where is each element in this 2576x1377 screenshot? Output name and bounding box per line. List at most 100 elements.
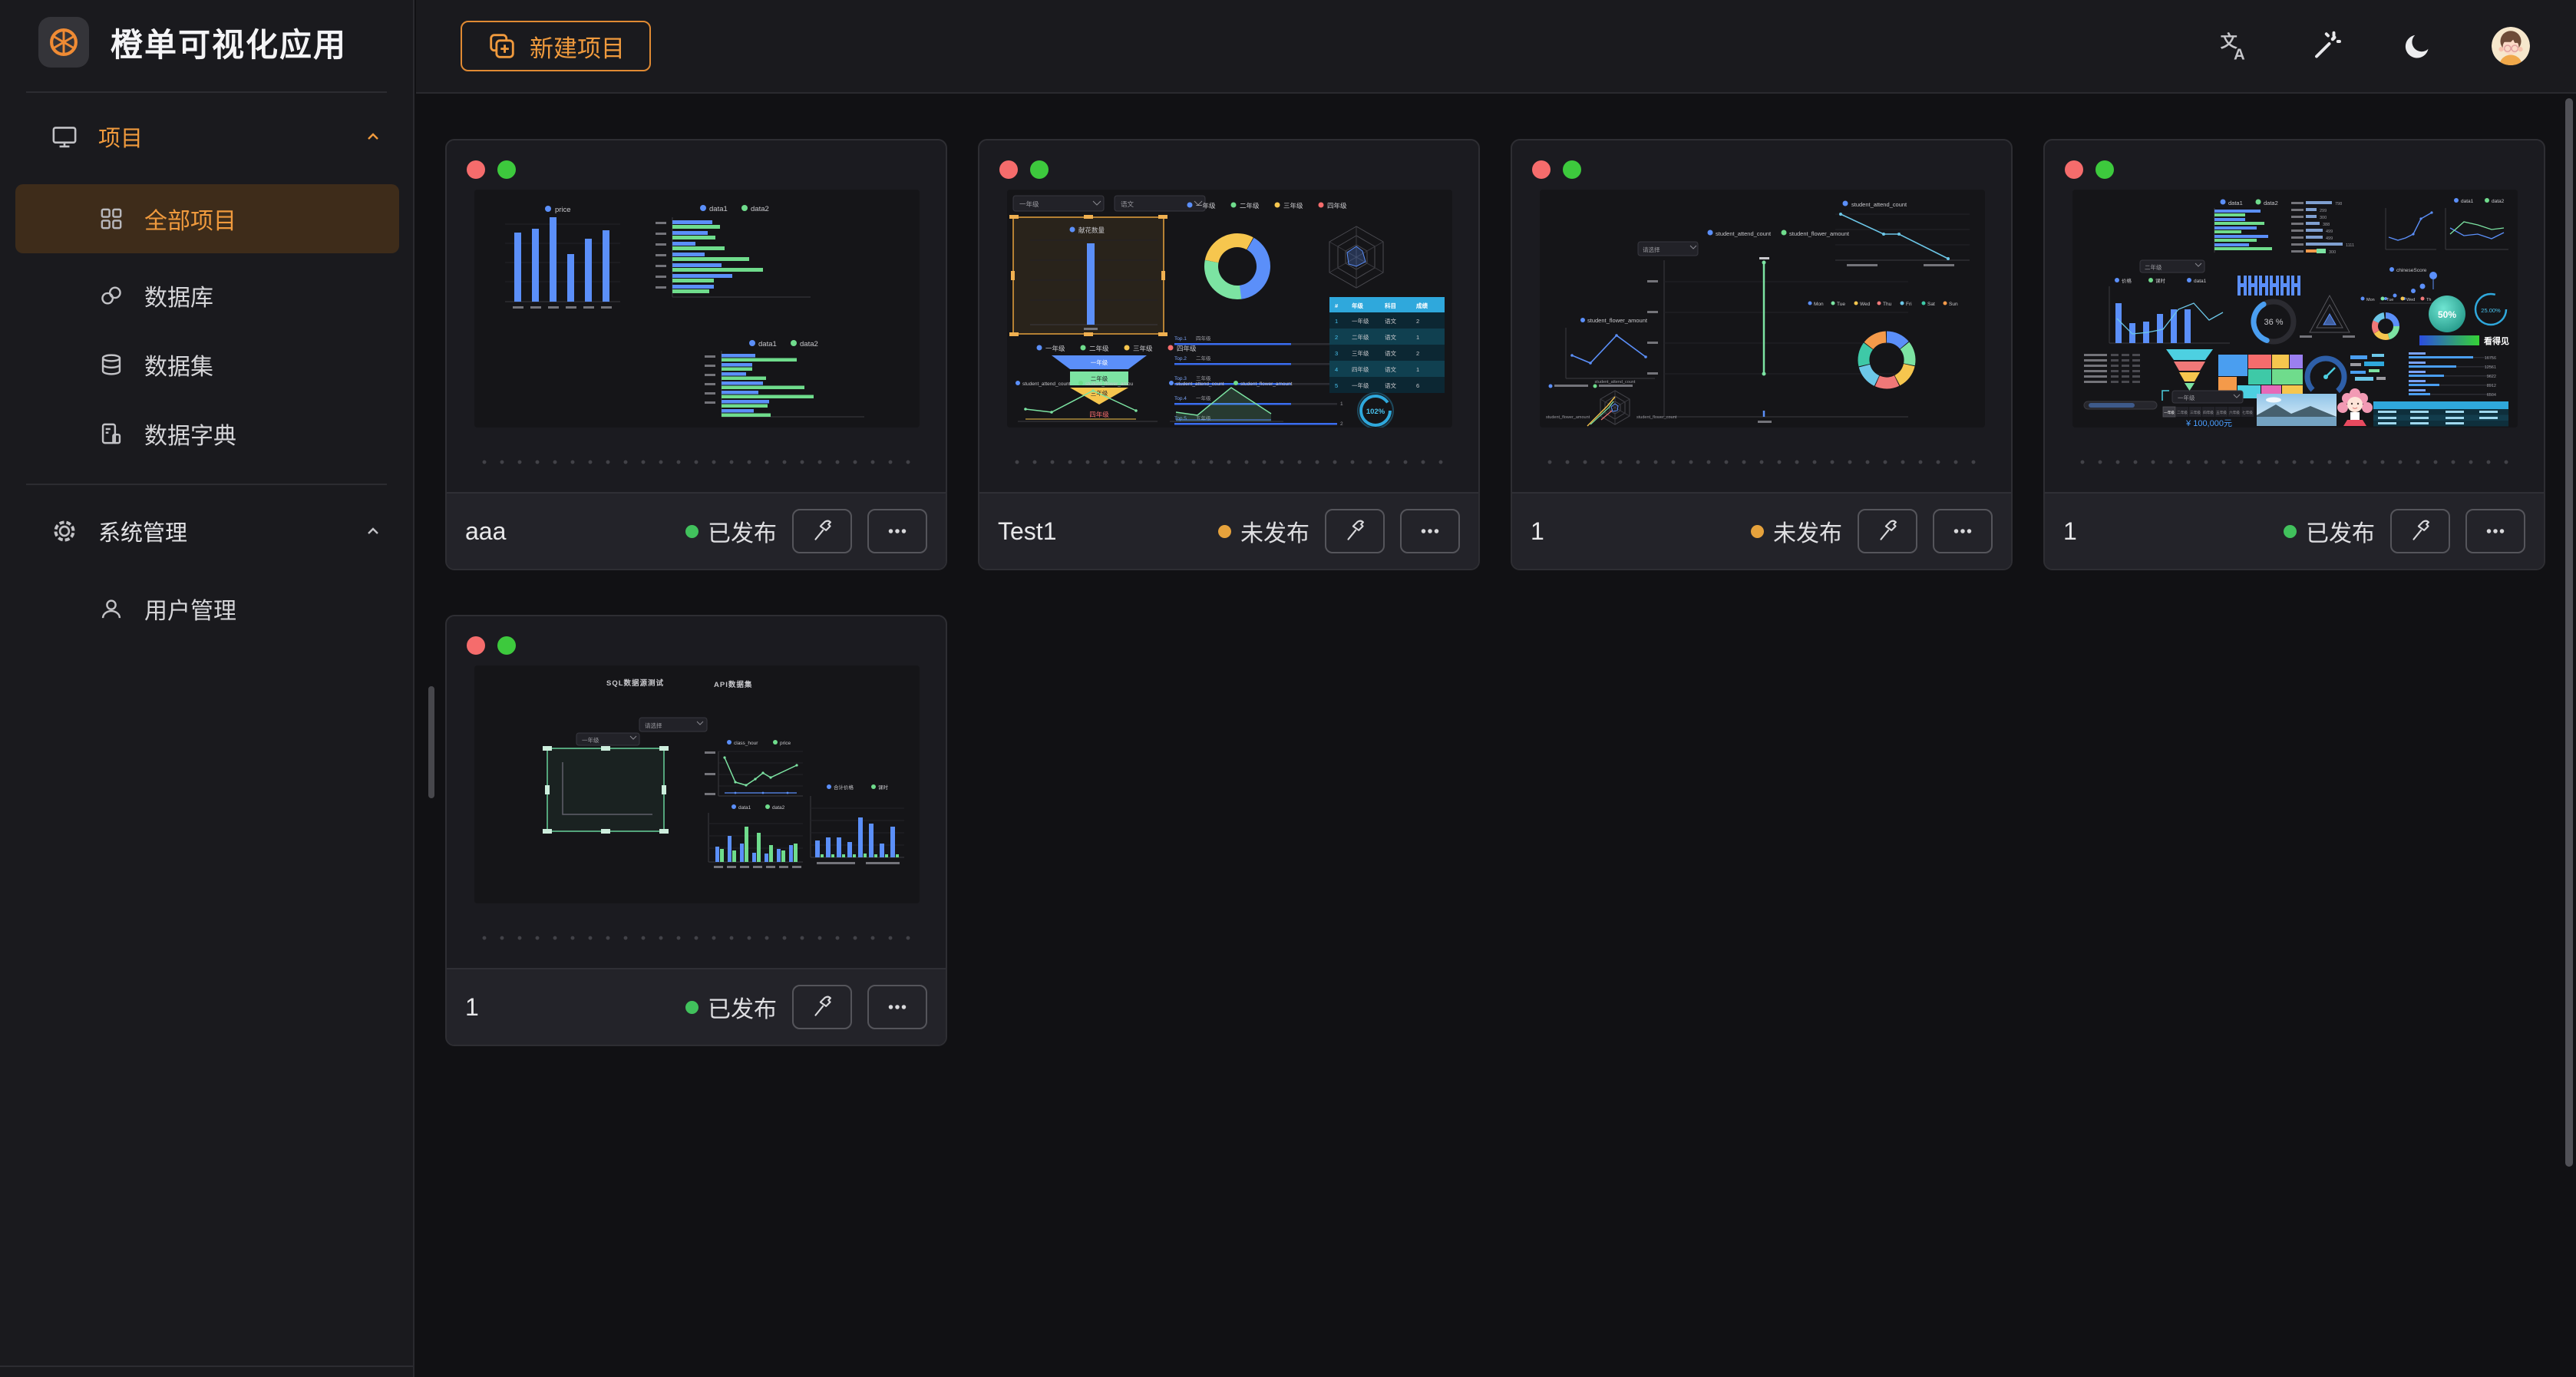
status-label: 已发布	[708, 514, 777, 548]
edit-project-button[interactable]	[1325, 509, 1385, 553]
rank-value: 16756	[2485, 356, 2496, 361]
table-cell: 语文	[1385, 381, 1397, 389]
edit-project-button[interactable]	[792, 509, 852, 553]
select-value: 二年级	[2145, 263, 2162, 271]
sidebar-item-all-projects[interactable]: 全部项目	[15, 184, 399, 253]
legend-label: 合计价格	[834, 784, 854, 791]
ellipsis-icon	[2482, 518, 2508, 544]
green-dot	[1030, 160, 1049, 179]
table-cell: 5	[1335, 382, 1338, 389]
sidebar-item-dataset[interactable]: 数据集	[0, 330, 414, 399]
gradient-label: 看得见	[2484, 335, 2509, 346]
status-badge: 未发布	[1218, 514, 1309, 548]
project-thumbnail[interactable]: student_attend_count student_attend_coun…	[1540, 190, 1985, 428]
status-badge: 已发布	[2284, 514, 2375, 548]
sidebar-item-user-management[interactable]: 用户管理	[0, 574, 414, 643]
table-cell: 3	[1335, 350, 1338, 357]
magic-wand-button[interactable]	[2307, 28, 2344, 64]
monitor-icon	[51, 123, 78, 150]
legend-label: 一年级	[1045, 345, 1065, 352]
ellipsis-icon	[884, 994, 910, 1020]
user-icon	[98, 596, 124, 622]
status-dot	[1751, 525, 1764, 538]
legend-label: student_attend_count	[1851, 201, 1907, 208]
new-project-label: 新建项目	[530, 29, 625, 64]
edit-project-button[interactable]	[1858, 509, 1917, 553]
project-thumbnail[interactable]: SQL数据源测试 API数据集 请选择 一年级 class_hour	[474, 665, 920, 903]
card-footer: 1 已发布	[447, 968, 946, 1045]
more-actions-button[interactable]	[2465, 509, 2525, 553]
grid-icon	[98, 206, 124, 232]
dashboard-preview-illustration: SQL数据源测试 API数据集 请选择 一年级 class_hour	[474, 665, 920, 903]
legend-label: 二年级	[1240, 202, 1260, 210]
language-button[interactable]: 文 A	[2215, 28, 2252, 64]
app-title: 橙单可视化应用	[111, 19, 347, 66]
rank-label: 一年级	[1196, 395, 1211, 401]
sidebar-section-system[interactable]: 系统管理	[0, 508, 414, 554]
magic-wand-icon	[2310, 30, 2342, 62]
sidebar-item-label: 数据库	[144, 279, 213, 312]
tab-label: 二年级	[2177, 410, 2188, 415]
green-dot	[2095, 160, 2114, 179]
dashboard-preview-illustration: price data1 data2	[474, 190, 920, 428]
pagination-dots	[1010, 460, 1448, 464]
table-header: 成绩	[1416, 302, 1428, 309]
bar-value: 499	[2326, 236, 2333, 241]
legend-label: 价格	[2122, 277, 2132, 284]
dark-mode-button[interactable]	[2399, 28, 2436, 64]
project-card[interactable]: 一年级 语文 献花数量 一年级 二年级	[978, 139, 1480, 570]
bar-value: 299	[2320, 209, 2327, 213]
table-cell: 4	[1335, 366, 1338, 373]
sidebar-item-database[interactable]: 数据库	[0, 261, 414, 330]
topbar: 新建项目 文 A	[416, 0, 2576, 94]
select-value: 请选择	[1643, 246, 1660, 253]
more-actions-button[interactable]	[867, 985, 927, 1029]
project-card[interactable]: SQL数据源测试 API数据集 请选择 一年级 class_hour	[445, 615, 947, 1046]
project-thumbnail[interactable]: 一年级 语文 献花数量 一年级 二年级	[1007, 190, 1452, 428]
hammer-icon	[1342, 518, 1368, 544]
more-actions-button[interactable]	[1933, 509, 1993, 553]
new-project-button[interactable]: 新建项目	[461, 21, 651, 71]
legend-label: Wed	[2406, 298, 2415, 302]
rank-value: 9622	[2487, 375, 2496, 379]
content-scrollbar[interactable]	[428, 686, 434, 798]
add-project-icon	[487, 31, 517, 61]
svg-text:A: A	[2234, 46, 2245, 63]
orange-wheel-icon	[47, 25, 81, 59]
project-card[interactable]: price data1 data2	[445, 139, 947, 570]
edit-project-button[interactable]	[2390, 509, 2450, 553]
table-cell: 语文	[1385, 333, 1397, 341]
more-actions-button[interactable]	[867, 509, 927, 553]
dashboard-preview-illustration: 一年级 语文 献花数量 一年级 二年级	[1007, 190, 1452, 428]
red-dot	[467, 636, 485, 655]
project-thumbnail[interactable]: data1 data2 798 299 300 388 499	[2072, 190, 2518, 428]
table-header: 科目	[1385, 302, 1396, 309]
hammer-icon	[809, 518, 835, 544]
page-scrollbar[interactable]	[2565, 98, 2573, 1167]
sidebar-item-dictionary[interactable]: 数据字典	[0, 399, 414, 468]
rank-value: 8912	[2487, 384, 2496, 388]
rank-prefix: Top.3	[1174, 376, 1187, 381]
user-avatar[interactable]	[2492, 27, 2530, 65]
project-card[interactable]: student_attend_count student_attend_coun…	[1511, 139, 2013, 570]
legend-label: price	[780, 741, 791, 746]
more-actions-button[interactable]	[1400, 509, 1460, 553]
legend-label: data2	[800, 340, 818, 348]
red-dot	[999, 160, 1018, 179]
card-footer: 1 已发布	[2045, 492, 2544, 569]
table-cell: 二年级	[1352, 333, 1369, 341]
project-card[interactable]: data1 data2 798 299 300 388 499	[2043, 139, 2545, 570]
bar-value: 388	[2323, 223, 2330, 227]
project-thumbnail[interactable]: price data1 data2	[474, 190, 920, 428]
sidebar-section-projects[interactable]: 项目	[0, 114, 414, 160]
status-badge: 已发布	[685, 990, 777, 1024]
pagination-dots	[477, 936, 915, 940]
table-cell: 语文	[1385, 365, 1397, 373]
legend-label: data2	[772, 805, 785, 811]
topbar-actions: 文 A	[2215, 27, 2530, 65]
green-dot	[497, 160, 516, 179]
table-cell: 1	[1335, 318, 1338, 325]
sidebar: 橙单可视化应用 项目 全部项目 数据库 数据集	[0, 0, 414, 1377]
rank-prefix: Top.2	[1174, 356, 1187, 362]
edit-project-button[interactable]	[792, 985, 852, 1029]
